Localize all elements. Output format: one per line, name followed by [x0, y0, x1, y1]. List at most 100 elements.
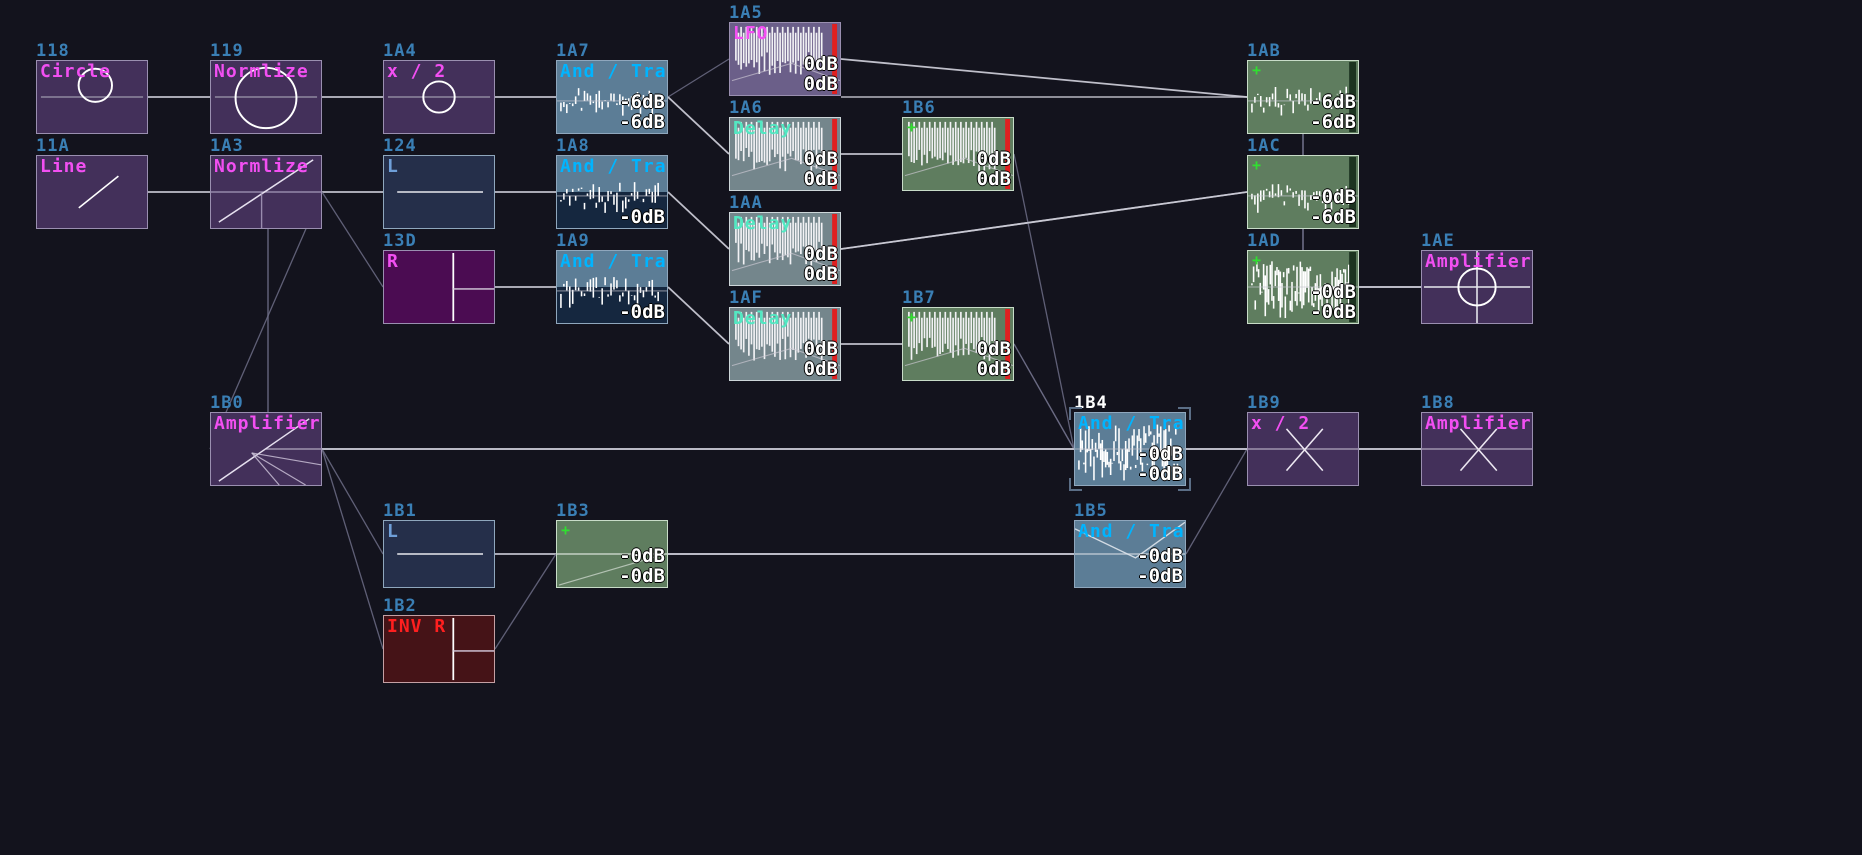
- node-body[interactable]: And / Transi..r -0dB: [556, 155, 668, 229]
- connection-wire: [840, 191, 1248, 250]
- node-title: And / Transi..r: [1078, 521, 1185, 542]
- node-body[interactable]: Delay 0dB 0dB: [729, 117, 841, 191]
- node-body[interactable]: + -0dB -6dB: [1247, 155, 1359, 229]
- node-title: LFO: [733, 23, 769, 44]
- node-title: Delay: [733, 118, 793, 139]
- node-id-label: 1B1: [383, 501, 417, 521]
- node-body[interactable]: R: [383, 250, 495, 324]
- node-title: Amplifier: [214, 413, 321, 434]
- node-body[interactable]: +0dB 0dB: [902, 307, 1014, 381]
- node-body[interactable]: L: [383, 520, 495, 588]
- node-1b3[interactable]: 1B3 + -0dB -0dB: [556, 502, 668, 588]
- db-value: -0dB: [1310, 186, 1356, 208]
- db-value: 0dB: [976, 338, 1011, 360]
- node-1a9[interactable]: 1A9And / Transi..r -0dB: [556, 232, 668, 324]
- node-id-label: 1B6: [902, 98, 936, 118]
- db-value: -0dB: [1137, 545, 1183, 567]
- add-plus-icon[interactable]: +: [1252, 253, 1261, 268]
- node-body[interactable]: x / 2: [383, 60, 495, 134]
- node-1ae[interactable]: 1AE Amplifier: [1421, 232, 1533, 324]
- add-plus-icon[interactable]: +: [1252, 158, 1261, 173]
- node-body[interactable]: L: [383, 155, 495, 229]
- node-13d[interactable]: 13D R: [383, 232, 495, 324]
- db-value: 0dB: [803, 263, 838, 285]
- db-value: -6dB: [1310, 206, 1356, 228]
- add-plus-icon[interactable]: +: [1252, 63, 1261, 78]
- node-body[interactable]: Delay 0dB 0dB: [729, 212, 841, 286]
- node-db-readouts: 0dB 0dB: [804, 54, 838, 94]
- connection-wire: [321, 191, 384, 288]
- node-body[interactable]: Amplifier: [210, 412, 322, 486]
- node-body[interactable]: + -0dB -0dB: [556, 520, 668, 588]
- node-1af[interactable]: 1AF Delay 0dB 0dB: [729, 289, 841, 381]
- node-body[interactable]: INV R: [383, 615, 495, 683]
- node-11a[interactable]: 11A Line: [36, 137, 148, 229]
- node-1b5[interactable]: 1B5And / Transi..r -0dB-0dB: [1074, 502, 1186, 588]
- node-id-label: 1A6: [729, 98, 763, 118]
- node-119[interactable]: 119 Normlize: [210, 42, 322, 134]
- node-1b7[interactable]: 1B7 +0dB 0dB: [902, 289, 1014, 381]
- add-plus-icon[interactable]: +: [561, 523, 570, 538]
- node-db-readouts: 0dB 0dB: [804, 149, 838, 189]
- node-body[interactable]: Amplifier: [1421, 412, 1533, 486]
- node-1ab[interactable]: 1AB + -6dB -6dB: [1247, 42, 1359, 134]
- node-id-label: 1AB: [1247, 41, 1281, 61]
- node-body[interactable]: And / Transi..r -6dB-6dB: [556, 60, 668, 134]
- connection-wire: [840, 58, 1248, 98]
- node-title: And / Transi..r: [1078, 413, 1185, 434]
- node-1b9[interactable]: 1B9 x / 2: [1247, 394, 1359, 486]
- db-value: -6dB: [1310, 111, 1356, 133]
- node-1a5[interactable]: 1A5 LFO 0dB 0dB: [729, 4, 841, 96]
- node-1b4[interactable]: 1B4And / Transi..r -0dB-0dB: [1069, 394, 1191, 491]
- node-1b8[interactable]: 1B8 Amplifier: [1421, 394, 1533, 486]
- node-1a3[interactable]: 1A3 Normlize: [210, 137, 322, 229]
- add-plus-icon[interactable]: +: [907, 120, 916, 135]
- add-plus-icon[interactable]: +: [907, 310, 916, 325]
- node-118[interactable]: 118 Circle: [36, 42, 148, 134]
- node-db-readouts: -0dB -0dB: [1310, 282, 1356, 322]
- node-1b6[interactable]: 1B6 +0dB 0dB: [902, 99, 1014, 191]
- node-body[interactable]: Amplifier: [1421, 250, 1533, 324]
- node-body[interactable]: +0dB 0dB: [902, 117, 1014, 191]
- node-id-label: 1B8: [1421, 393, 1455, 413]
- node-body[interactable]: Line: [36, 155, 148, 229]
- node-1a8[interactable]: 1A8And / Transi..r -0dB: [556, 137, 668, 229]
- db-value: 0dB: [803, 243, 838, 265]
- connection-wire: [1185, 448, 1248, 555]
- db-value: -0dB: [619, 545, 665, 567]
- node-body[interactable]: Normlize: [210, 60, 322, 134]
- node-body[interactable]: LFO 0dB 0dB: [729, 22, 841, 96]
- node-1aa[interactable]: 1AA Delay 0dB 0dB: [729, 194, 841, 286]
- node-db-readouts: -6dB -6dB: [1310, 92, 1356, 132]
- node-1a7[interactable]: 1A7And / Transi..r -6dB-6dB: [556, 42, 668, 134]
- node-1a6[interactable]: 1A6 Delay 0dB 0dB: [729, 99, 841, 191]
- node-body[interactable]: x / 2: [1247, 412, 1359, 486]
- node-body[interactable]: And / Transi..r -0dB-0dB: [1074, 412, 1186, 486]
- node-1ac[interactable]: 1AC + -0dB -6dB: [1247, 137, 1359, 229]
- db-value: -0dB: [1137, 443, 1183, 465]
- node-body[interactable]: And / Transi..r -0dB-0dB: [1074, 520, 1186, 588]
- node-1ad[interactable]: 1AD + -0dB -0dB: [1247, 232, 1359, 324]
- node-body[interactable]: Delay 0dB 0dB: [729, 307, 841, 381]
- node-body[interactable]: Normlize: [210, 155, 322, 229]
- connection-wire: [1013, 153, 1075, 450]
- node-1b2[interactable]: 1B2 INV R: [383, 597, 495, 683]
- db-value: -0dB: [1310, 281, 1356, 303]
- node-title: Delay: [733, 308, 793, 329]
- node-id-label: 1AC: [1247, 136, 1281, 156]
- node-body[interactable]: + -6dB -6dB: [1247, 60, 1359, 134]
- node-db-readouts: 0dB 0dB: [977, 339, 1011, 379]
- db-value: -0dB: [1137, 565, 1183, 587]
- db-value: -0dB: [619, 565, 665, 587]
- node-id-label: 1A9: [556, 231, 590, 251]
- node-db-readouts: -0dB: [619, 207, 665, 227]
- node-body[interactable]: + -0dB -0dB: [1247, 250, 1359, 324]
- node-body[interactable]: Circle: [36, 60, 148, 134]
- node-graph-canvas[interactable]: 118 Circle 119 Normlize 1A4 x / 2 1A7 And / Tra…: [0, 0, 1862, 855]
- node-body[interactable]: And / Transi..r -0dB: [556, 250, 668, 324]
- node-1a4[interactable]: 1A4 x / 2: [383, 42, 495, 134]
- node-1b0[interactable]: 1B0 Amplifier: [210, 394, 322, 486]
- node-title: Amplifier: [1425, 413, 1532, 434]
- node-1b1[interactable]: 1B1 L: [383, 502, 495, 588]
- node-124[interactable]: 124 L: [383, 137, 495, 229]
